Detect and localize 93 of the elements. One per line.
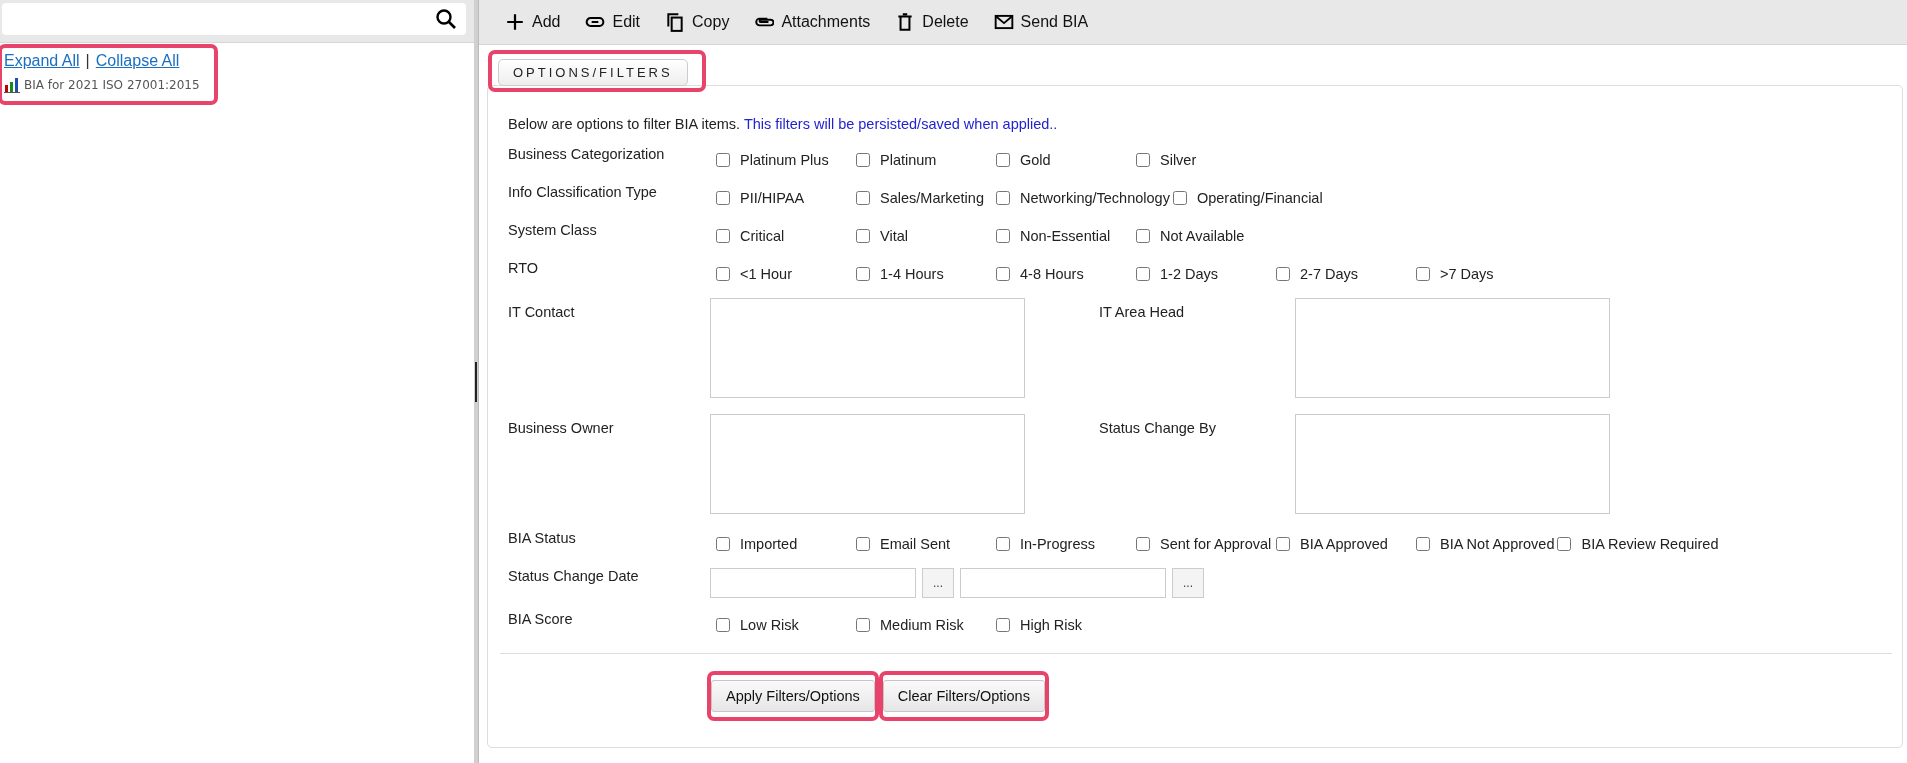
- checkbox-label: 4-8 Hours: [1020, 266, 1084, 282]
- checkbox[interactable]: [856, 618, 870, 632]
- date-field[interactable]: [960, 568, 1166, 598]
- field-label: IT Area Head: [1099, 303, 1186, 322]
- checkbox[interactable]: [1276, 537, 1290, 551]
- checkbox-label: Low Risk: [740, 617, 799, 633]
- checkbox[interactable]: [856, 153, 870, 167]
- toolbar-button[interactable]: Delete: [895, 12, 969, 32]
- checkbox[interactable]: [716, 537, 730, 551]
- checkbox[interactable]: [1276, 267, 1290, 281]
- checkbox-label: PII/HIPAA: [740, 190, 805, 206]
- checkbox-label: 2-7 Days: [1300, 266, 1359, 282]
- checkbox[interactable]: [716, 229, 730, 243]
- field-label: BIA Status: [508, 530, 577, 548]
- checkbox[interactable]: [996, 153, 1010, 167]
- toolbar-button[interactable]: Edit: [585, 12, 641, 32]
- checkbox-label: BIA Review Required: [1581, 536, 1719, 552]
- checkbox[interactable]: [996, 618, 1010, 632]
- field-label: Business Owner: [508, 419, 615, 438]
- link[interactable]: Expand All: [4, 52, 80, 69]
- field-label: BIA Score: [508, 611, 574, 629]
- field-label: Info Classification Type: [508, 184, 658, 202]
- checkbox[interactable]: [1136, 267, 1150, 281]
- checkbox[interactable]: [1136, 229, 1150, 243]
- checkbox[interactable]: [856, 229, 870, 243]
- field-label: RTO: [508, 260, 540, 278]
- toolbar-button[interactable]: Copy: [665, 12, 730, 32]
- bar-chart-icon: [4, 77, 20, 93]
- checkbox[interactable]: [996, 191, 1010, 205]
- search-field[interactable]: [2, 3, 466, 35]
- checkbox-label: Operating/Financial: [1196, 190, 1323, 206]
- checkbox-label: Platinum: [880, 152, 937, 168]
- date-field[interactable]: [710, 568, 916, 598]
- checkbox[interactable]: [1172, 191, 1187, 205]
- checkbox[interactable]: [716, 267, 730, 281]
- tree-item[interactable]: BIA for 2021 ISO 27001:2015: [24, 78, 200, 92]
- checkbox[interactable]: [716, 153, 730, 167]
- checkbox[interactable]: [1557, 537, 1572, 551]
- checkbox-label: Vital: [880, 228, 908, 244]
- checkbox[interactable]: [1136, 537, 1150, 551]
- checkbox-label: <1 Hour: [740, 266, 792, 282]
- checkbox[interactable]: [1136, 153, 1150, 167]
- checkbox-label: Email Sent: [880, 536, 951, 552]
- checkbox-label: 1-2 Days: [1160, 266, 1219, 282]
- checkbox-label: 1-4 Hours: [880, 266, 944, 282]
- checkbox-label: High Risk: [1020, 617, 1083, 633]
- checkbox[interactable]: [856, 267, 870, 281]
- checkbox-label: BIA Not Approved: [1440, 536, 1555, 552]
- checkbox[interactable]: [1416, 267, 1430, 281]
- envelope-icon: [993, 12, 1014, 32]
- checkbox[interactable]: [716, 191, 730, 205]
- date-picker-button[interactable]: ...: [922, 568, 954, 598]
- action-button[interactable]: Apply Filters/Options: [711, 680, 875, 712]
- toolbar-button[interactable]: Add: [505, 12, 561, 32]
- plus-icon: [505, 12, 525, 32]
- field-label: System Class: [508, 222, 598, 240]
- checkbox-label: In-Progress: [1020, 536, 1095, 552]
- checkbox-label: Gold: [1020, 152, 1051, 168]
- checkbox-label: Networking/Technology: [1020, 190, 1170, 206]
- link[interactable]: Collapse All: [95, 52, 180, 69]
- checkbox-label: Non-Essential: [1020, 228, 1111, 244]
- checkbox[interactable]: [996, 537, 1010, 551]
- intro-text: Below are options to filter BIA items. This filters will be persisted/saved when applied..: [508, 116, 1059, 132]
- checkbox[interactable]: [996, 229, 1010, 243]
- checkbox[interactable]: [716, 618, 730, 632]
- field-label: IT Contact: [508, 303, 576, 322]
- checkbox-label: Silver: [1160, 152, 1197, 168]
- checkbox-label: BIA Approved: [1300, 536, 1388, 552]
- note-text: This filters will be persisted/saved when applied..: [743, 116, 1058, 132]
- action-button[interactable]: Clear Filters/Options: [882, 680, 1045, 712]
- copy-icon: [665, 12, 686, 32]
- checkbox-label: Platinum Plus: [740, 152, 829, 168]
- separator: |: [85, 52, 90, 69]
- checkbox-label: Critical: [740, 228, 785, 244]
- toolbar-button[interactable]: Attachments: [754, 12, 871, 32]
- checkbox-label: Sales/Marketing: [880, 190, 984, 206]
- search-icon[interactable]: [435, 8, 457, 30]
- section-tab[interactable]: OPTIONS/FILTERS: [498, 59, 688, 86]
- checkbox[interactable]: [1416, 537, 1430, 551]
- checkbox-label: Imported: [740, 536, 798, 552]
- checkbox-label: Sent for Approval: [1160, 536, 1272, 552]
- checkbox[interactable]: [996, 267, 1010, 281]
- checkbox[interactable]: [856, 191, 870, 205]
- field-label: Status Change Date: [508, 568, 640, 584]
- splitter-handle[interactable]: [475, 361, 477, 402]
- checkbox-label: >7 Days: [1440, 266, 1494, 282]
- toolbar-button[interactable]: Send BIA: [993, 12, 1089, 32]
- field-label: Status Change By: [1099, 419, 1217, 438]
- field-label: Business Categorization: [508, 146, 666, 164]
- checkbox-label: Medium Risk: [880, 617, 964, 633]
- checkbox-label: Not Available: [1160, 228, 1245, 244]
- checkbox[interactable]: [856, 537, 870, 551]
- date-picker-button[interactable]: ...: [1172, 568, 1204, 598]
